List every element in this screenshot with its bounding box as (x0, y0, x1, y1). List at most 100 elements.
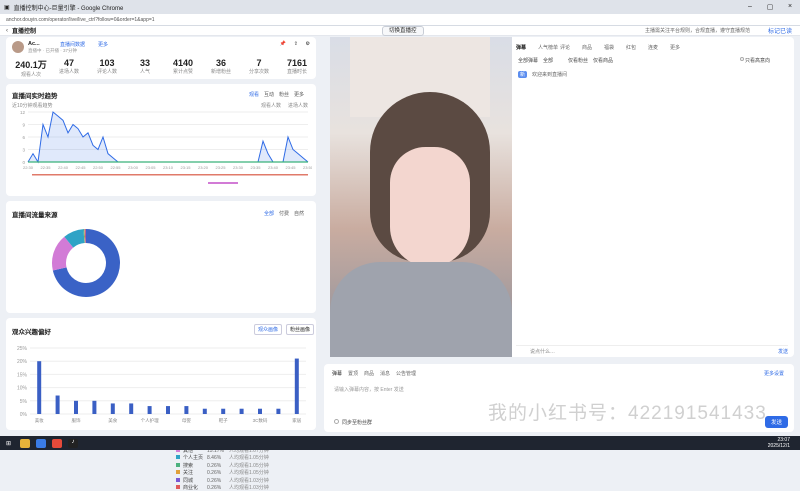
source-row[interactable]: 商业化 0.26% 人均观看1.03分钟 (176, 484, 269, 491)
source-detail: 人均观看1.05分钟 (229, 462, 269, 469)
danmu-panel (512, 37, 794, 357)
taskbar-date: 2025/12/1 (767, 443, 790, 449)
x-tick-label: 23:25 (215, 165, 226, 170)
bar[interactable] (202, 408, 207, 414)
right-tab[interactable]: 福袋 (604, 44, 614, 51)
trend-tab-2[interactable]: 粉丝 (279, 91, 289, 98)
bar[interactable] (184, 406, 189, 414)
bar[interactable] (37, 361, 42, 414)
source-row[interactable]: 同城 0.26% 人均观看1.03分钟 (176, 477, 269, 484)
explorer-icon[interactable] (20, 438, 31, 448)
compose-send-button[interactable]: 发送 (764, 416, 788, 428)
taskbar: ⊞ ♪ 23:07 2025/12/1 (0, 436, 800, 450)
fans-profile-button[interactable]: 粉丝画像 (286, 324, 315, 335)
x-tick-label: 23:35 (250, 165, 261, 170)
danmu-filter[interactable]: 仅看商品 (593, 57, 613, 64)
compose-tab[interactable]: 消息 (380, 370, 390, 377)
window-title: 直播控制中心-巨量引擎 - Google Chrome (13, 5, 124, 12)
chrome-icon[interactable] (52, 438, 63, 448)
taskbar-clock: 23:07 2025/12/1 (768, 437, 790, 449)
compose-tab[interactable]: 商品 (364, 370, 374, 377)
maximize-icon[interactable]: ▢ (760, 3, 780, 11)
source-row[interactable]: 搜索 0.26% 人均观看1.05分钟 (176, 462, 269, 469)
interest-card: 观众兴趣偏好 观众画像 粉丝画像 0% 5% 10% 15% 20% 25% 美妆 服饰 美食 个… (6, 318, 316, 430)
right-tab[interactable]: 连麦 (648, 44, 658, 51)
anchor-tag-more[interactable]: 更多 (98, 41, 108, 48)
bar[interactable] (294, 358, 299, 414)
danmu-filter[interactable]: 全部 (543, 57, 553, 64)
bar[interactable] (92, 400, 97, 414)
x-tick-label: 22:40 (58, 165, 69, 170)
right-tab[interactable]: 评论 (560, 44, 570, 51)
compose-tab[interactable]: 弹幕 (332, 370, 342, 377)
right-tab[interactable]: 弹幕 (516, 44, 526, 51)
right-tab[interactable]: 更多 (670, 44, 680, 51)
bar[interactable] (258, 408, 262, 414)
stat-0: 240.1万 观看人次 (10, 58, 52, 78)
stat-6: 7 分享次数 (238, 58, 280, 75)
x-tick-label: 23:50 (303, 165, 312, 170)
mark-read-link[interactable]: 标记已读 (768, 26, 792, 35)
anchor-tag-data[interactable]: 直播间数据 (60, 41, 85, 48)
back-button[interactable]: ‹ (0, 28, 12, 34)
bar[interactable] (221, 408, 226, 414)
compose-tab[interactable]: 公告管理 (396, 370, 416, 377)
source-name: 个人主页 (183, 455, 204, 461)
compose-more-link[interactable]: 更多设置 (764, 370, 784, 377)
source-detail: 人均观看1.03分钟 (229, 477, 269, 484)
bar[interactable] (74, 400, 78, 414)
trend-tab-1[interactable]: 互动 (264, 91, 274, 98)
toggle-icon[interactable] (740, 57, 744, 61)
bar[interactable] (276, 408, 281, 414)
switch-control-button[interactable]: 切换直播控 (382, 26, 424, 36)
danmu-filter[interactable]: 全部弹幕 (518, 57, 538, 64)
trend-tab-0[interactable]: 观看 (249, 91, 259, 98)
source-tab-0[interactable]: 全部 (264, 210, 274, 217)
start-icon[interactable]: ⊞ (0, 440, 17, 447)
right-tab[interactable]: 商品 (582, 44, 592, 51)
stat-label: 进场人数 (58, 69, 79, 75)
edge-icon[interactable] (36, 438, 47, 448)
bar[interactable] (166, 406, 170, 414)
live-video-preview[interactable] (330, 37, 512, 357)
x-tick-label: 23:45 (285, 165, 296, 170)
source-row[interactable]: 个人主页 8.46% 人均观看1.05分钟 (176, 454, 269, 461)
address-bar[interactable]: anchor.douyin.com/operator/live/live_ctr… (0, 14, 800, 26)
stat-value: 103 (99, 58, 115, 68)
sync-checkbox[interactable] (334, 419, 339, 424)
compose-tab[interactable]: 置顶 (348, 370, 358, 377)
source-detail: 人均观看1.05分钟 (229, 470, 269, 476)
sync-label: 同步至粉丝群 (342, 420, 373, 426)
tiktok-icon[interactable]: ♪ (68, 438, 79, 448)
bar[interactable] (147, 406, 152, 414)
danmu-send-link[interactable]: 发送 (778, 348, 788, 355)
app-icon: ▣ (4, 4, 10, 11)
bar[interactable] (129, 403, 134, 414)
bar[interactable] (55, 395, 60, 414)
bar[interactable] (239, 408, 244, 414)
source-name: 关注 (183, 470, 194, 476)
settings-icon[interactable]: ⚙ (306, 41, 310, 47)
minimize-icon[interactable]: – (740, 3, 760, 11)
right-tab[interactable]: 人气榜单 (538, 44, 558, 51)
compose-input[interactable]: 请输入弹幕内容，按 Enter 发送 (334, 386, 404, 393)
trend-tab-3[interactable]: 更多 (294, 91, 304, 98)
close-icon[interactable]: × (780, 3, 800, 11)
danmu-filter[interactable]: 仅看粉丝 (568, 57, 588, 64)
trend-title: 直播间实时趋势 (12, 93, 58, 100)
share-icon[interactable]: ⇪ (294, 41, 298, 47)
stat-label: 新增粉丝 (210, 69, 231, 75)
bar[interactable] (110, 403, 115, 414)
source-tab-1[interactable]: 付费 (279, 210, 289, 217)
high-intent-toggle[interactable]: 只看高意向 (745, 57, 770, 64)
event-strip (32, 174, 308, 176)
source-pct: 0.26% (207, 485, 222, 491)
stat-value: 33 (139, 58, 150, 68)
danmu-input-bar[interactable]: 说点什么… 发送 (516, 345, 788, 355)
source-tab-2[interactable]: 自然 (294, 210, 304, 217)
source-row[interactable]: 关注 0.26% 人均观看1.05分钟 (176, 469, 269, 476)
right-tab[interactable]: 红包 (626, 44, 636, 51)
pin-icon[interactable]: 📌 (280, 41, 286, 47)
audience-profile-button[interactable]: 观众画像 (254, 324, 283, 335)
danmu-input[interactable]: 说点什么… (530, 348, 555, 355)
